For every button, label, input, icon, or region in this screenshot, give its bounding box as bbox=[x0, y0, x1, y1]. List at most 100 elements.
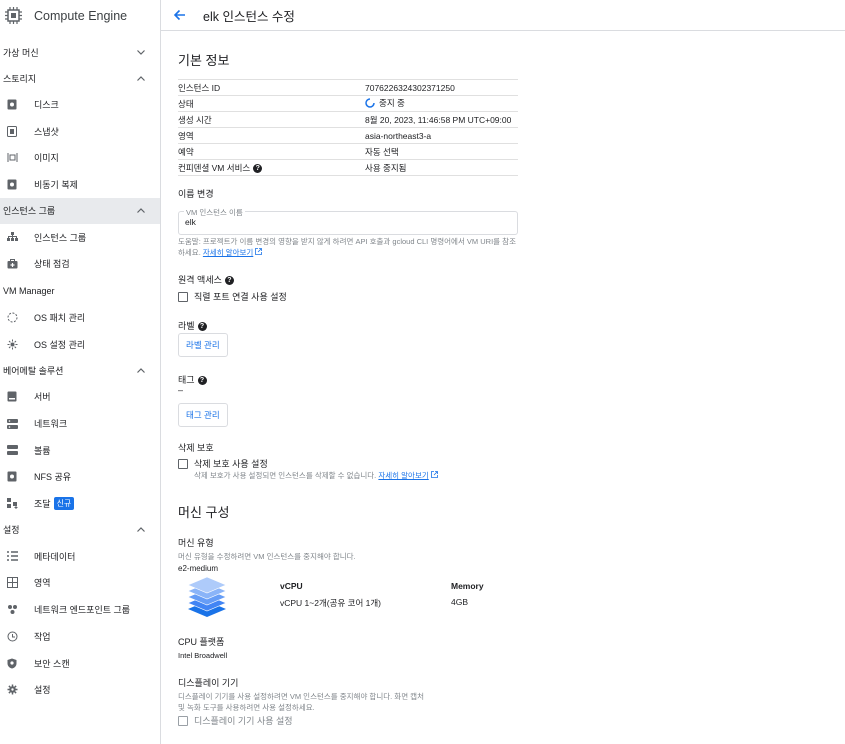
sidebar-item-label: 설정 bbox=[34, 685, 51, 696]
instance-group-icon bbox=[6, 231, 18, 243]
info-value: 7076226324302371250 bbox=[365, 79, 518, 96]
learn-more-link[interactable]: 자세히 알아보기 bbox=[378, 471, 428, 480]
help-icon[interactable]: ? bbox=[253, 163, 263, 173]
sidebar-item-async-replication[interactable]: 비동기 복제 bbox=[0, 171, 160, 198]
vm-name-field[interactable]: VM 인스턴스 이름 elk bbox=[178, 207, 518, 235]
vm-name-value: elk bbox=[185, 217, 196, 227]
page-header: elk 인스턴스 수정 bbox=[161, 0, 845, 31]
info-key: 예약 bbox=[178, 143, 365, 160]
operations-icon bbox=[6, 630, 18, 642]
rename-title: 이름 변경 bbox=[178, 189, 214, 199]
memory-header: Memory bbox=[451, 581, 484, 591]
gear-icon bbox=[6, 684, 18, 696]
network-icon bbox=[6, 418, 18, 430]
tags-label: 태그 bbox=[178, 375, 195, 385]
sidebar-item-volumes[interactable]: 볼륨 bbox=[0, 437, 160, 464]
display-device-checkbox[interactable] bbox=[178, 715, 188, 726]
sidebar-item-label: 네트워크 엔드포인트 그룹 bbox=[34, 605, 131, 616]
serial-port-row[interactable]: 직렬 포트 연결 사용 설정 bbox=[178, 290, 287, 303]
sidebar-item-security-scan[interactable]: 보안 스캔 bbox=[0, 650, 160, 677]
snapshot-icon bbox=[6, 125, 18, 137]
brand[interactable]: Compute Engine bbox=[0, 0, 160, 31]
cpu-platform-value: Intel Broadwell bbox=[178, 651, 228, 660]
machine-type-label: 머신 유형 bbox=[178, 538, 214, 548]
sidebar-item-metadata[interactable]: 메타데이터 bbox=[0, 543, 160, 570]
manage-tags-button[interactable]: 태그 관리 bbox=[178, 403, 228, 427]
sidebar-item-label: 상태 점검 bbox=[34, 259, 70, 270]
section-bare-metal[interactable]: 베어메탈 솔루션 bbox=[0, 358, 160, 384]
section-settings[interactable]: 설정 bbox=[0, 517, 160, 543]
os-config-icon bbox=[6, 338, 18, 350]
section-label: 베어메탈 솔루션 bbox=[3, 366, 64, 376]
table-row: 영역 asia-northeast3-a bbox=[178, 127, 518, 144]
sidebar-item-os-config[interactable]: OS 설정 관리 bbox=[0, 331, 160, 358]
sidebar-item-label: 영역 bbox=[34, 578, 51, 589]
rename-help: 도움말: 프로젝트가 이름 변경의 영향을 받지 않게 하려면 API 호출과 … bbox=[178, 236, 518, 258]
sidebar-item-procurement[interactable]: 조달 신규 bbox=[0, 490, 160, 517]
chevron-down-icon bbox=[136, 47, 146, 57]
help-icon[interactable]: ? bbox=[224, 276, 234, 286]
sidebar-item-zones[interactable]: 영역 bbox=[0, 570, 160, 597]
sidebar-item-label: 조달 bbox=[34, 499, 51, 510]
info-key: 인스턴스 ID bbox=[178, 79, 365, 96]
sidebar-item-snapshots[interactable]: 스냅샷 bbox=[0, 118, 160, 145]
sidebar-item-os-patch[interactable]: OS 패치 관리 bbox=[0, 304, 160, 331]
section-virtual-machines[interactable]: 가상 머신 bbox=[0, 39, 160, 65]
sidebar-item-network-endpoint-groups[interactable]: 네트워크 엔드포인트 그룹 bbox=[0, 596, 160, 623]
serial-port-label: 직렬 포트 연결 사용 설정 bbox=[194, 292, 287, 302]
section-storage[interactable]: 스토리지 bbox=[0, 65, 160, 91]
sidebar-item-operations[interactable]: 작업 bbox=[0, 623, 160, 650]
info-key: 컨피덴셜 VM 서비스 bbox=[178, 162, 251, 173]
memory-value: 4GB bbox=[451, 597, 469, 607]
serial-port-checkbox[interactable] bbox=[178, 291, 188, 302]
remote-access-title: 원격 액세스? bbox=[178, 273, 234, 286]
sidebar-item-settings[interactable]: 설정 bbox=[0, 676, 160, 703]
chevron-up-icon bbox=[136, 366, 146, 376]
deletion-protection-checkbox[interactable] bbox=[178, 458, 188, 469]
status-text: 중지 중 bbox=[379, 98, 405, 109]
info-key: 상태 bbox=[178, 95, 365, 112]
back-arrow-icon[interactable] bbox=[173, 8, 187, 22]
sidebar-item-label: 디스크 bbox=[34, 99, 59, 110]
metadata-icon bbox=[6, 550, 18, 562]
status-cell: 중지 중 bbox=[365, 95, 518, 112]
display-device-title: 디스플레이 기기 bbox=[178, 678, 239, 688]
help-icon[interactable]: ? bbox=[197, 376, 207, 386]
sidebar-item-nfs-shares[interactable]: NFS 공유 bbox=[0, 464, 160, 491]
section-label: 스토리지 bbox=[3, 73, 37, 84]
health-check-icon bbox=[6, 258, 18, 270]
section-label: 인스턴스 그룹 bbox=[3, 206, 56, 217]
endpoint-group-icon bbox=[6, 604, 18, 616]
labels-title: 라벨? bbox=[178, 319, 207, 332]
help-icon[interactable]: ? bbox=[197, 322, 207, 332]
procurement-icon bbox=[6, 498, 18, 510]
table-row: 예약 자동 선택 bbox=[178, 143, 518, 160]
learn-more-link[interactable]: 자세히 알아보기 bbox=[203, 248, 253, 257]
new-badge: 신규 bbox=[53, 497, 75, 511]
deletion-protection-label: 삭제 보호 사용 설정 bbox=[194, 459, 268, 469]
labels-label: 라벨 bbox=[178, 321, 195, 331]
sidebar-item-label: 작업 bbox=[34, 631, 51, 642]
deletion-protection-title: 삭제 보호 bbox=[178, 443, 214, 453]
section-instance-groups[interactable]: 인스턴스 그룹 bbox=[0, 197, 160, 224]
async-replication-icon bbox=[6, 178, 18, 190]
display-device-row[interactable]: 디스플레이 기기 사용 설정 bbox=[178, 714, 293, 727]
external-link-icon bbox=[430, 470, 438, 478]
machine-layers-icon bbox=[186, 575, 228, 623]
info-value: 8월 20, 2023, 11:46:58 PM UTC+09:00 bbox=[365, 111, 518, 128]
external-link-icon bbox=[255, 247, 263, 255]
sidebar-item-disks[interactable]: 디스크 bbox=[0, 91, 160, 118]
manage-labels-button[interactable]: 라벨 관리 bbox=[178, 333, 228, 357]
sidebar-item-images[interactable]: 이미지 bbox=[0, 144, 160, 171]
deletion-protection-row[interactable]: 삭제 보호 사용 설정 bbox=[178, 457, 268, 470]
vm-name-label: VM 인스턴스 이름 bbox=[184, 207, 245, 218]
sidebar-item-instance-groups[interactable]: 인스턴스 그룹 bbox=[0, 224, 160, 251]
sidebar-item-servers[interactable]: 서버 bbox=[0, 384, 160, 411]
sidebar-item-health-checks[interactable]: 상태 점검 bbox=[0, 250, 160, 277]
section-vm-manager[interactable]: VM Manager bbox=[0, 278, 160, 304]
sidebar-item-label: 인스턴스 그룹 bbox=[34, 232, 87, 243]
sidebar-item-networks[interactable]: 네트워크 bbox=[0, 410, 160, 437]
sidebar-item-label: 서버 bbox=[34, 392, 51, 403]
sidebar-item-label: 스냅샷 bbox=[34, 126, 59, 137]
info-value: asia-northeast3-a bbox=[365, 127, 518, 144]
